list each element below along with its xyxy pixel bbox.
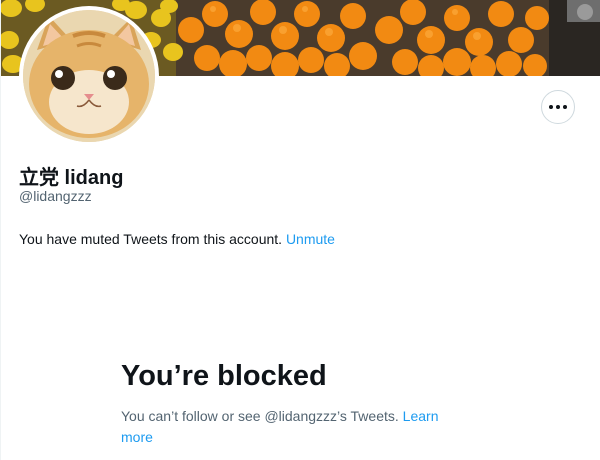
blocked-description-text: You can’t follow or see @lidangzzz’s Twe… [121, 408, 399, 424]
avatar-frame[interactable] [19, 6, 159, 146]
more-options-button[interactable] [541, 90, 575, 124]
profile-page: 立党 lidang @lidangzzz You have muted Twee… [0, 0, 600, 460]
user-handle: @lidangzzz [19, 188, 92, 204]
avatar [23, 10, 155, 142]
unmute-link[interactable]: Unmute [286, 231, 335, 247]
more-horizontal-icon [548, 105, 569, 109]
display-name: 立党 lidang [19, 167, 124, 189]
muted-notice-text: You have muted Tweets from this account. [19, 231, 283, 247]
blocked-title: You’re blocked [121, 360, 327, 392]
muted-notice: You have muted Tweets from this account.… [19, 231, 335, 247]
cat-avatar-image [23, 10, 155, 142]
blocked-description: You can’t follow or see @lidangzzz’s Twe… [121, 406, 473, 448]
